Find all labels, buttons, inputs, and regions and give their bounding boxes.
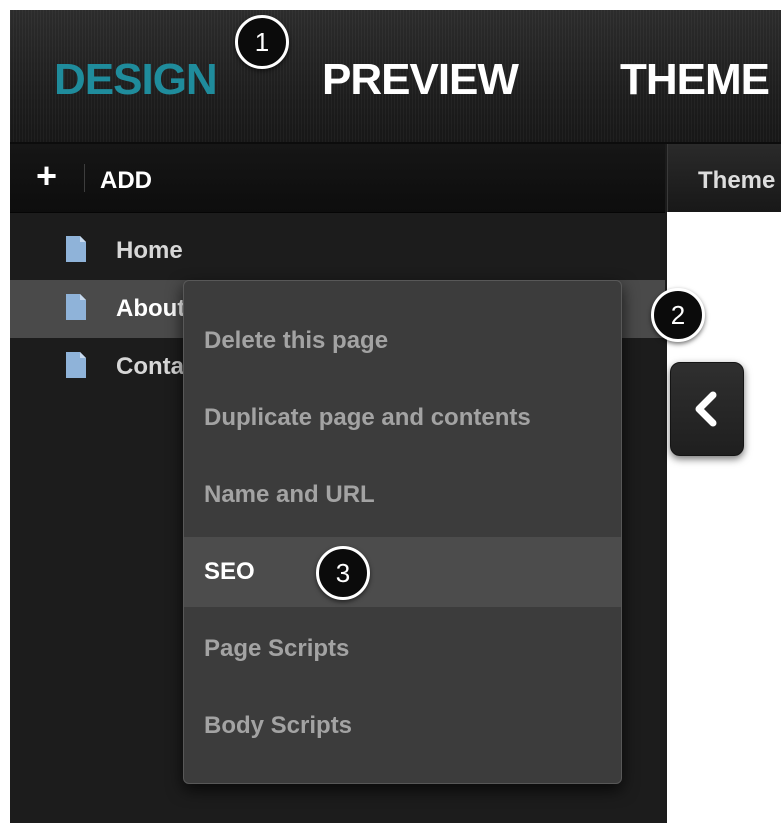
menu-item-label: Name and URL (204, 481, 375, 508)
menu-item-delete-page[interactable]: Delete this page (184, 306, 621, 376)
tab-design[interactable]: DESIGN (54, 54, 218, 106)
step-callout-1: 1 (235, 15, 289, 69)
step-callout-3: 3 (316, 546, 370, 600)
add-plus-icon[interactable]: + (36, 158, 57, 194)
top-navigation: DESIGN PREVIEW THEME (10, 10, 781, 144)
menu-item-seo[interactable]: SEO (184, 537, 621, 607)
content-panel: Theme (667, 144, 781, 823)
tab-theme[interactable]: THEME (620, 54, 770, 106)
chevron-left-icon (695, 391, 717, 427)
add-page-bar: + ADD (10, 144, 665, 213)
add-divider (84, 164, 85, 192)
collapse-sidebar-button[interactable] (670, 362, 744, 456)
page-icon (66, 352, 86, 378)
page-context-menu: Delete this page Duplicate page and cont… (183, 280, 622, 784)
menu-item-page-scripts[interactable]: Page Scripts (184, 614, 621, 684)
step-callout-2: 2 (651, 288, 705, 342)
page-item-home[interactable]: Home (10, 222, 665, 280)
menu-item-label: Duplicate page and contents (204, 404, 531, 431)
page-label: Home (116, 237, 183, 264)
theme-panel-tab-label: Theme (698, 167, 776, 194)
menu-item-label: Body Scripts (204, 712, 353, 739)
add-page-button[interactable]: ADD (100, 168, 152, 194)
menu-item-label: Page Scripts (204, 635, 350, 662)
theme-panel-tab[interactable]: Theme (667, 144, 781, 212)
tab-preview[interactable]: PREVIEW (322, 54, 519, 106)
menu-item-body-scripts[interactable]: Body Scripts (184, 691, 621, 761)
page-label: About (116, 295, 186, 322)
page-icon (66, 294, 86, 320)
menu-item-label: SEO (204, 558, 255, 585)
menu-item-name-and-url[interactable]: Name and URL (184, 460, 621, 530)
page-icon (66, 236, 86, 262)
menu-item-duplicate-page[interactable]: Duplicate page and contents (184, 383, 621, 453)
menu-item-label: Delete this page (204, 327, 389, 354)
